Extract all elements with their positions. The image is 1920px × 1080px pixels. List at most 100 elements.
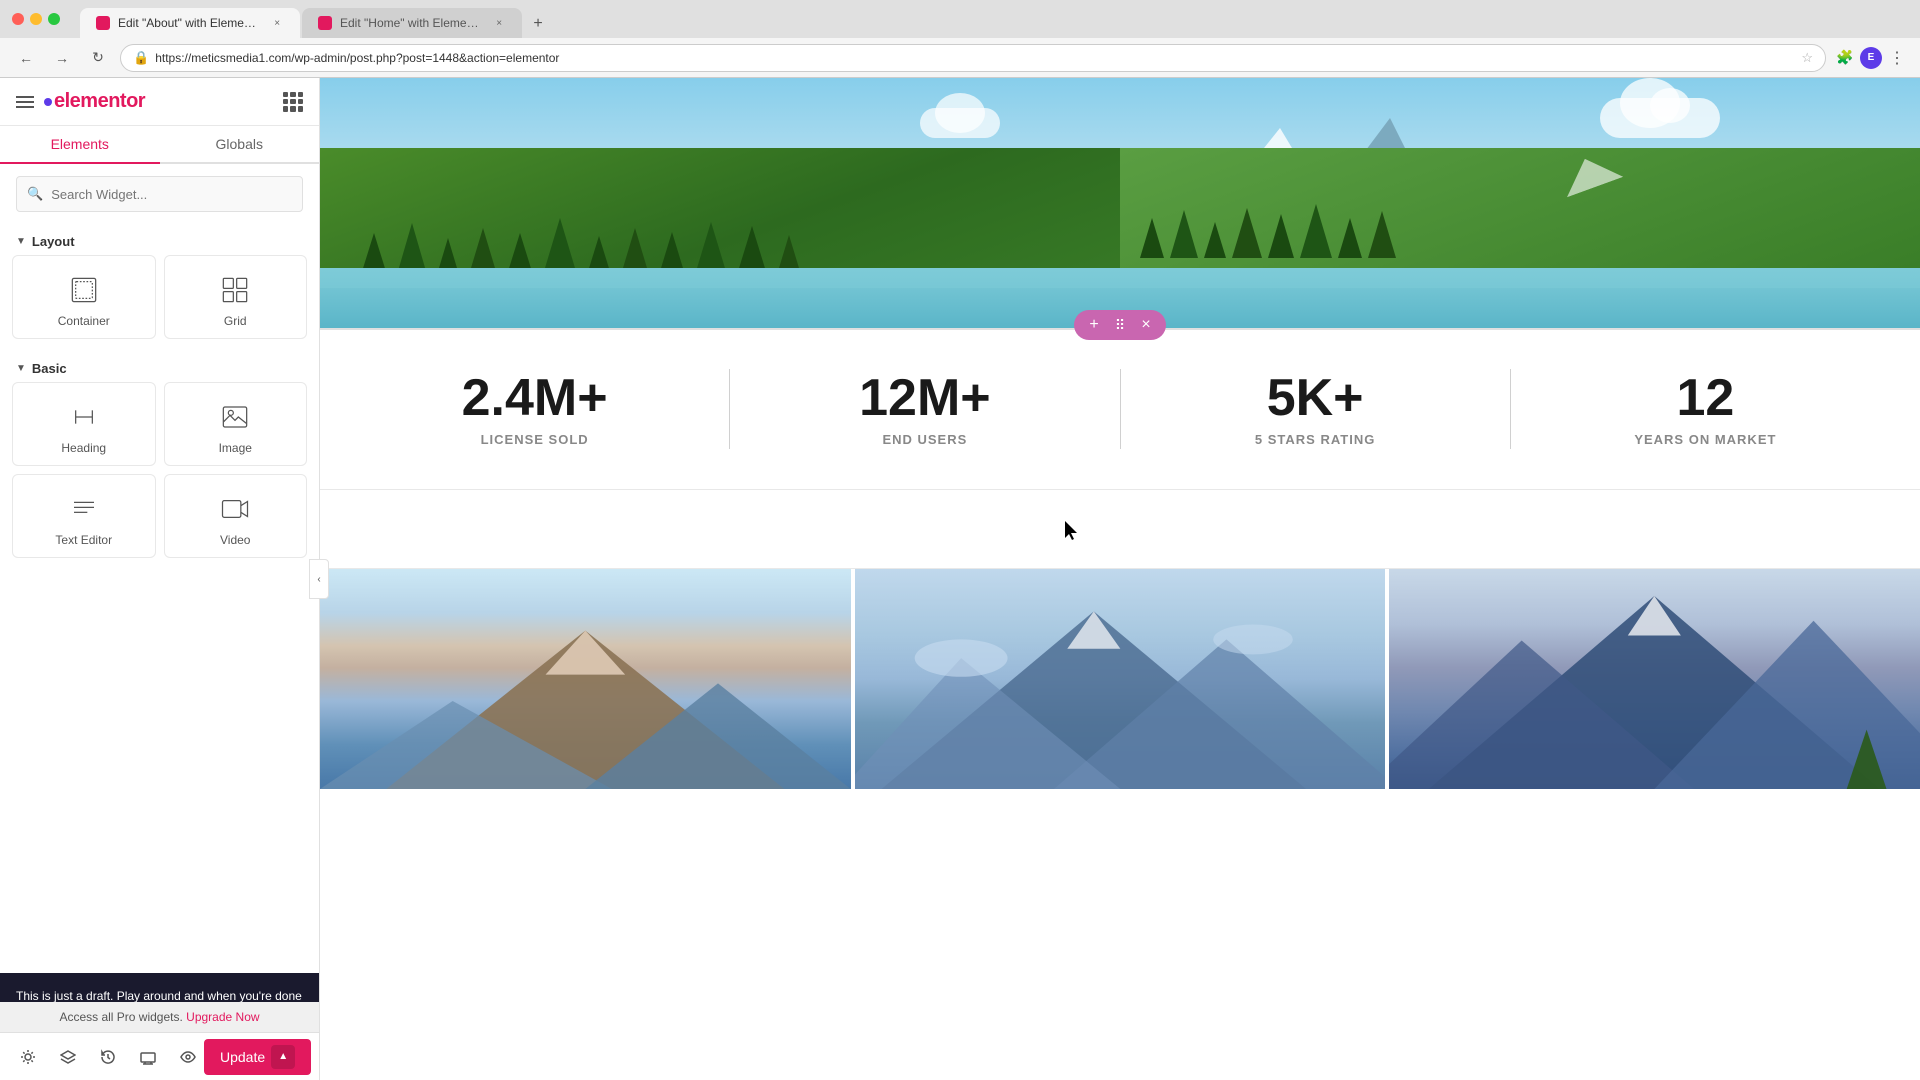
tab-favicon-home (318, 16, 332, 30)
url-bar[interactable]: 🔒 https://meticsmedia1.com/wp-admin/post… (120, 44, 1826, 72)
apps-grid-icon[interactable] (283, 92, 303, 112)
traffic-lights (12, 13, 60, 25)
refresh-button[interactable]: ↻ (84, 44, 112, 72)
text-editor-icon (66, 491, 102, 527)
tab-globals[interactable]: Globals (160, 126, 320, 164)
browser-titlebar: Edit "About" with Elementor × Edit "Home… (0, 0, 1920, 38)
spacer-section (320, 489, 1920, 569)
stat-licenses: 2.4M+ LICENSE SOLD (340, 372, 729, 447)
traffic-light-maximize[interactable] (48, 13, 60, 25)
basic-section-label: Basic (32, 361, 67, 376)
grid-dot (298, 99, 303, 104)
layout-section-label: Layout (32, 234, 75, 249)
tab-close-about[interactable]: × (270, 16, 284, 30)
upgrade-bar: Access all Pro widgets. Upgrade Now (0, 1002, 319, 1032)
stat-number-users: 12M+ (750, 372, 1099, 424)
sidebar-bottom: Access all Pro widgets. Upgrade Now (0, 1002, 319, 1080)
hero-section (320, 78, 1920, 328)
float-close-button[interactable]: × (1134, 313, 1158, 337)
card-1-mountain-svg (320, 613, 851, 789)
history-button[interactable] (92, 1041, 124, 1073)
text-editor-label: Text Editor (55, 533, 112, 547)
widget-image[interactable]: Image (164, 382, 308, 466)
app-body: elementor Elements Globals 🔍 (0, 78, 1920, 1080)
float-grid-button[interactable]: ⠿ (1108, 313, 1132, 337)
stat-label-years: YEARS ON MARKET (1531, 432, 1880, 447)
grid-dot (298, 106, 303, 111)
update-button[interactable]: Update ▲ (204, 1039, 311, 1075)
browser-navbar: ← → ↻ 🔒 https://meticsmedia1.com/wp-admi… (0, 38, 1920, 78)
traffic-light-close[interactable] (12, 13, 24, 25)
back-button[interactable]: ← (12, 44, 40, 72)
widget-text-editor[interactable]: Text Editor (12, 474, 156, 558)
grid-label: Grid (224, 314, 247, 328)
responsive-button[interactable] (132, 1041, 164, 1073)
heading-icon (66, 399, 102, 435)
page-content: + ⠿ × 2.4M+ LICENSE SOLD 12M+ END USERS (320, 78, 1920, 1080)
card-1 (320, 569, 855, 789)
stat-years: 12 YEARS ON MARKET (1511, 372, 1900, 447)
settings-button[interactable] (12, 1041, 44, 1073)
search-box[interactable]: 🔍 (16, 176, 303, 212)
stat-number-licenses: 2.4M+ (360, 372, 709, 424)
stat-label-licenses: LICENSE SOLD (360, 432, 709, 447)
collapse-sidebar-handle[interactable]: ‹ (309, 559, 329, 599)
basic-section-header[interactable]: ▼ Basic (0, 351, 319, 382)
browser-tab-about[interactable]: Edit "About" with Elementor × (80, 8, 300, 38)
grid-dot (283, 92, 288, 97)
upgrade-link[interactable]: Upgrade Now (186, 1010, 259, 1024)
collapse-arrow-icon: ‹ (317, 574, 320, 585)
star-icon[interactable]: ☆ (1801, 50, 1813, 66)
stat-label-users: END USERS (750, 432, 1099, 447)
tree-group-right (1140, 204, 1396, 258)
heading-label: Heading (61, 441, 106, 455)
update-caret[interactable]: ▲ (271, 1045, 295, 1069)
container-icon (66, 272, 102, 308)
forward-button[interactable]: → (48, 44, 76, 72)
sidebar-header-left: elementor (16, 90, 145, 113)
bird-or-shape (1560, 158, 1620, 188)
float-plus-button[interactable]: + (1082, 313, 1106, 337)
preview-button[interactable] (172, 1041, 204, 1073)
new-tab-button[interactable]: + (524, 10, 552, 38)
grid-dot (290, 99, 295, 104)
traffic-light-minimize[interactable] (30, 13, 42, 25)
basic-section-arrow: ▼ (16, 363, 26, 374)
grid-dot (283, 99, 288, 104)
history-icon (100, 1049, 116, 1065)
tab-elements[interactable]: Elements (0, 126, 160, 164)
hamburger-menu[interactable] (16, 92, 36, 112)
layers-button[interactable] (52, 1041, 84, 1073)
menu-icon[interactable]: ⋮ (1886, 47, 1908, 69)
layout-section-header[interactable]: ▼ Layout (0, 224, 319, 255)
cloud-2 (1600, 98, 1720, 138)
tab-close-home[interactable]: × (492, 16, 506, 30)
stat-number-rating: 5K+ (1141, 372, 1490, 424)
grid-dot (290, 92, 295, 97)
search-input[interactable] (51, 187, 292, 202)
extensions-icon[interactable]: 🧩 (1834, 47, 1856, 69)
sidebar-tabs: Elements Globals (0, 126, 319, 164)
widget-container[interactable]: Container (12, 255, 156, 339)
widget-video[interactable]: Video (164, 474, 308, 558)
search-icon: 🔍 (27, 186, 43, 202)
bottom-toolbar-left (12, 1041, 204, 1073)
float-toolbar: + ⠿ × (1074, 310, 1166, 340)
profile-icon[interactable]: E (1860, 47, 1882, 69)
logo-dot (44, 98, 52, 106)
canvas-inner: + ⠿ × 2.4M+ LICENSE SOLD 12M+ END USERS (320, 78, 1920, 1080)
widget-heading[interactable]: Heading (12, 382, 156, 466)
widget-grid[interactable]: Grid (164, 255, 308, 339)
bottom-toolbar: Update ▲ (0, 1032, 319, 1080)
cloud-1 (920, 108, 1000, 138)
settings-icon (20, 1049, 36, 1065)
layout-section-arrow: ▼ (16, 236, 26, 247)
elementor-sidebar: elementor Elements Globals 🔍 (0, 78, 320, 1080)
card-2 (855, 569, 1390, 789)
stat-label-rating: 5 STARS RATING (1141, 432, 1490, 447)
browser-tab-home[interactable]: Edit "Home" with Elementor × (302, 8, 522, 38)
grid-dot (283, 106, 288, 111)
stat-users: 12M+ END USERS (730, 372, 1119, 447)
grid-widget-icon (217, 272, 253, 308)
cards-section (320, 569, 1920, 789)
